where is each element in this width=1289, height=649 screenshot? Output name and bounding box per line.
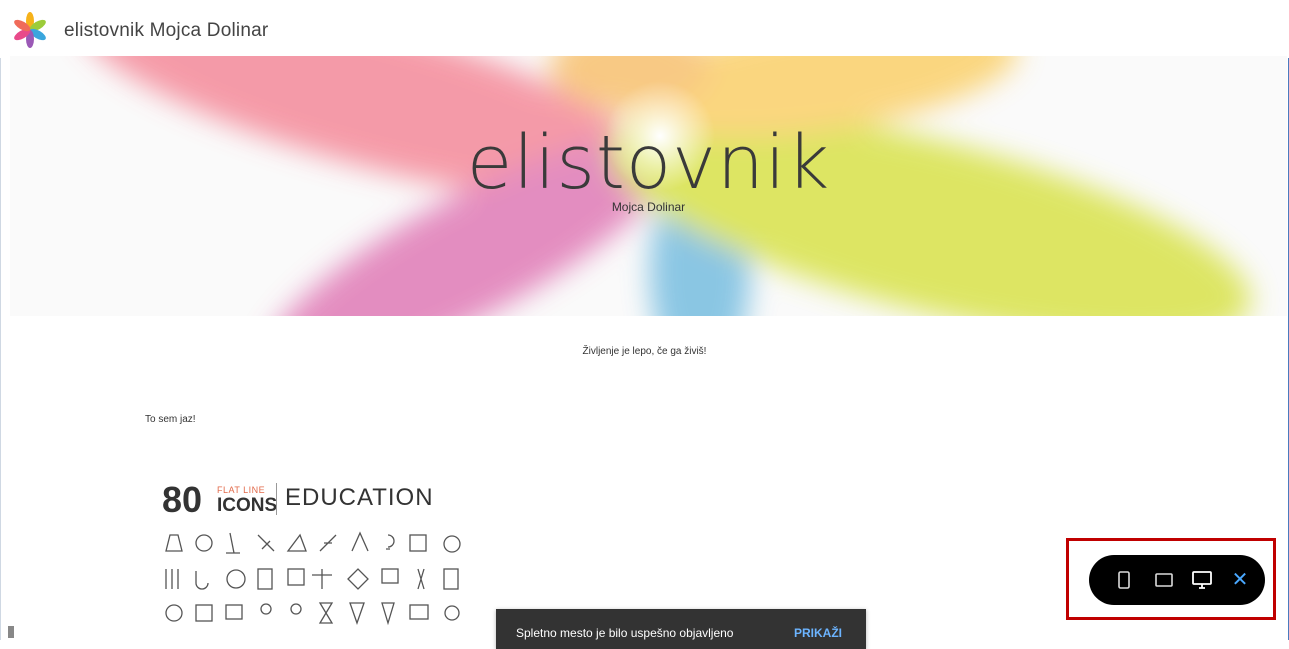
teacher-icon xyxy=(290,603,302,615)
apple-icon xyxy=(443,535,461,553)
image-education-label: EDUCATION xyxy=(285,484,434,511)
device-preview-toolbar: ✕ xyxy=(1089,555,1265,605)
compass-icon xyxy=(319,534,337,552)
phone-icon xyxy=(1118,571,1130,589)
classroom-icon xyxy=(409,604,429,620)
image-icons-label: ICONS xyxy=(217,495,278,516)
student-icon xyxy=(260,603,272,615)
printer-icon xyxy=(225,604,243,620)
site-name[interactable]: elistovnik Mojca Dolinar xyxy=(64,20,268,42)
lightbulb-icon xyxy=(386,534,395,550)
flask-icon xyxy=(165,534,183,552)
test-tube-icon xyxy=(195,571,209,590)
image-divider xyxy=(276,483,277,515)
image-flat-line-label: FLAT LINE xyxy=(217,485,266,495)
education-icons-image: 80 FLAT LINE ICONS EDUCATION xyxy=(158,475,478,641)
puzzle-icon xyxy=(347,568,369,590)
ruler-icon xyxy=(286,533,307,552)
books-icon xyxy=(409,534,427,552)
desktop-icon xyxy=(1192,571,1212,589)
tagline-text: Življenje je lepo, če ga živiš! xyxy=(582,346,707,357)
pencils-icon xyxy=(165,569,179,589)
atom-icon xyxy=(165,604,183,622)
calculator-icon xyxy=(257,568,273,590)
desktop-view-button[interactable] xyxy=(1191,569,1213,591)
close-icon[interactable]: ✕ xyxy=(1229,569,1251,591)
rocket-icon xyxy=(444,605,460,621)
document-icon xyxy=(195,604,213,622)
hero-banner: elistovnik Mojca Dolinar xyxy=(10,56,1287,316)
clipboard-icon xyxy=(443,568,459,590)
scales-icon xyxy=(312,569,332,589)
microscope-icon xyxy=(226,532,240,554)
satellite-icon xyxy=(257,534,275,552)
tablet-icon xyxy=(1155,573,1173,587)
publish-toast: Spletno mesto je bilo uspešno objavljeno… xyxy=(496,609,866,649)
dna-icon xyxy=(417,568,425,590)
board-icon xyxy=(287,568,305,586)
cocktail-icon xyxy=(349,602,365,625)
triangle-icon xyxy=(351,531,369,552)
basketball-icon xyxy=(226,569,246,589)
presentation-icon xyxy=(381,568,399,584)
pinwheel-logo-icon[interactable] xyxy=(12,12,48,48)
globe-icon xyxy=(195,534,213,552)
phone-view-button[interactable] xyxy=(1113,569,1135,591)
hero-title: elistovnik xyxy=(466,120,831,206)
tablet-view-button[interactable] xyxy=(1153,569,1175,591)
education-icon-grid xyxy=(162,529,474,641)
image-number: 80 xyxy=(162,479,203,520)
toast-view-button[interactable]: PRIKAŽI xyxy=(794,626,842,640)
toast-message: Spletno mesto je bilo uspešno objavljeno xyxy=(516,626,734,640)
site-header: elistovnik Mojca Dolinar xyxy=(0,0,1289,58)
award-icon xyxy=(381,602,395,626)
resize-handle[interactable] xyxy=(8,626,14,638)
hero-subtitle: Mojca Dolinar xyxy=(611,200,686,214)
hourglass-icon xyxy=(318,602,334,624)
intro-text: To sem jaz! xyxy=(145,414,196,425)
